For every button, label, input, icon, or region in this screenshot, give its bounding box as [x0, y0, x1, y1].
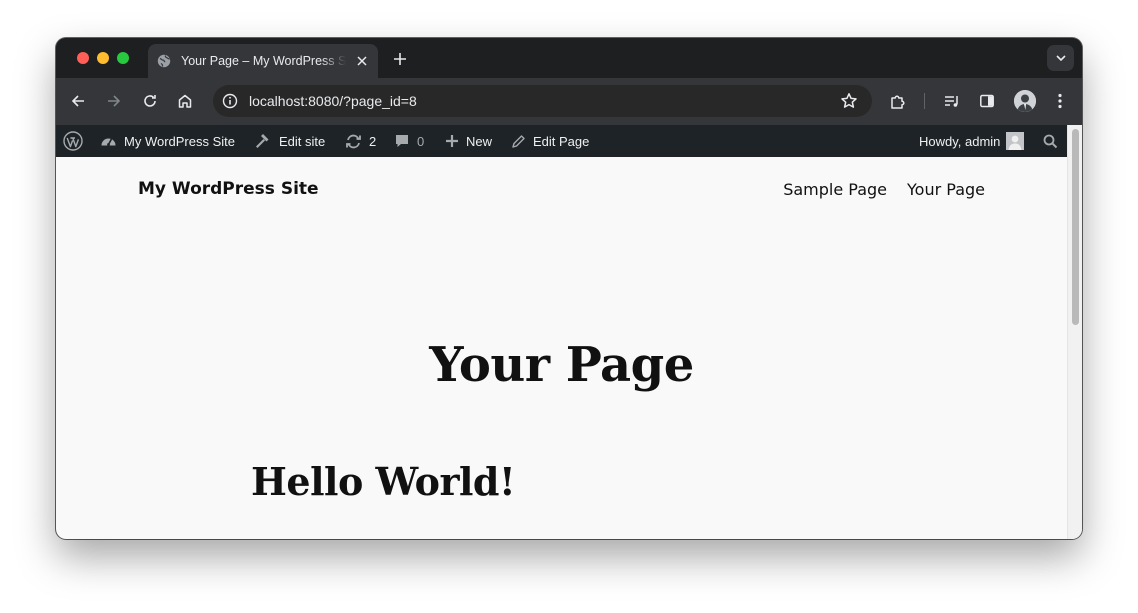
comments-count: 0 — [417, 133, 425, 149]
howdy-label: Howdy, admin — [919, 133, 1001, 149]
new-tab-button[interactable] — [390, 49, 410, 69]
browser-tab[interactable]: Your Page – My WordPress Site — [148, 44, 378, 78]
site-navigation: Sample Page Your Page — [783, 180, 985, 199]
home-icon[interactable] — [175, 91, 195, 111]
page-viewport: My WordPress Site Edit site 2 0 New Edit… — [56, 125, 1082, 539]
nav-item-sample-page[interactable]: Sample Page — [783, 180, 887, 199]
edit-page-label: Edit Page — [533, 133, 590, 149]
tab-strip: Your Page – My WordPress Site — [56, 38, 1082, 78]
chevron-down-icon — [1055, 55, 1066, 61]
bookmark-star-icon[interactable] — [840, 92, 858, 110]
profile-avatar[interactable] — [1014, 90, 1036, 112]
tab-title: Your Page – My WordPress Site — [181, 54, 346, 68]
new-content-menu[interactable]: New — [445, 125, 492, 157]
back-arrow-icon[interactable] — [68, 91, 88, 111]
page-heading: Hello World! — [251, 459, 516, 504]
new-label: New — [466, 133, 493, 149]
scrollbar-thumb[interactable] — [1072, 129, 1079, 325]
my-account-menu[interactable]: Howdy, admin — [919, 125, 1025, 157]
globe-icon — [156, 53, 172, 69]
minimize-window-button[interactable] — [97, 52, 109, 64]
maximize-window-button[interactable] — [117, 52, 129, 64]
toolbar-divider — [924, 93, 925, 109]
plus-icon — [446, 135, 458, 147]
updates-refresh-icon — [346, 134, 361, 148]
comments-menu[interactable]: 0 — [394, 125, 424, 157]
side-panel-icon[interactable] — [977, 91, 997, 111]
pencil-icon — [512, 134, 525, 148]
extensions-puzzle-icon[interactable] — [888, 91, 908, 111]
edit-page-menu[interactable]: Edit Page — [511, 125, 589, 157]
search-icon[interactable] — [1043, 125, 1058, 157]
tab-search-button[interactable] — [1047, 45, 1074, 71]
edit-site-label: Edit site — [279, 133, 326, 149]
user-avatar-icon — [1006, 132, 1025, 150]
more-options-icon[interactable] — [1050, 91, 1070, 111]
wp-admin-bar: My WordPress Site Edit site 2 0 New Edit… — [56, 125, 1067, 157]
url-text: localhost:8080/?page_id=8 — [249, 93, 417, 109]
page-scrollbar[interactable] — [1067, 125, 1082, 539]
page-title: Your Page — [429, 337, 694, 393]
site-name-menu[interactable]: My WordPress Site — [100, 125, 235, 157]
hammer-icon — [256, 134, 269, 148]
media-queue-icon[interactable] — [942, 91, 962, 111]
forward-arrow-icon[interactable] — [104, 91, 124, 111]
browser-window: Your Page – My WordPress Site localhost:… — [56, 38, 1082, 539]
address-bar[interactable]: localhost:8080/?page_id=8 — [213, 85, 872, 117]
nav-item-your-page[interactable]: Your Page — [907, 180, 985, 199]
site-title[interactable]: My WordPress Site — [138, 179, 319, 199]
reload-icon[interactable] — [140, 91, 160, 111]
updates-count: 2 — [369, 133, 377, 149]
comment-bubble-icon — [396, 135, 408, 147]
site-info-icon[interactable] — [221, 92, 239, 110]
updates-menu[interactable]: 2 — [345, 125, 376, 157]
wordpress-logo-icon[interactable] — [63, 125, 83, 157]
close-window-button[interactable] — [77, 52, 89, 64]
dashboard-gauge-icon — [101, 138, 116, 146]
site-name-label: My WordPress Site — [124, 133, 236, 149]
edit-site-menu[interactable]: Edit site — [254, 125, 325, 157]
browser-toolbar: localhost:8080/?page_id=8 — [56, 78, 1082, 125]
close-tab-icon[interactable] — [354, 53, 370, 69]
